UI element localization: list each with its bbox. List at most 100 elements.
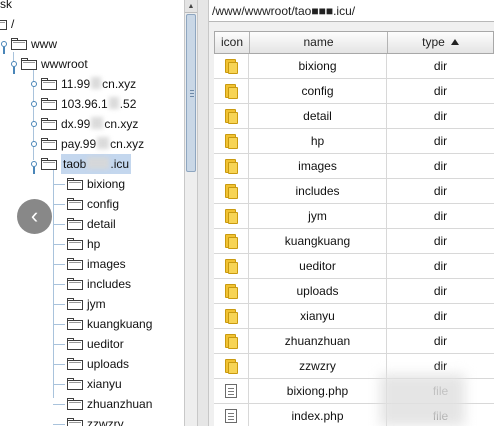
- cell-name: uploads: [249, 279, 387, 303]
- tree-item-root[interactable]: /: [0, 14, 14, 34]
- file-icon: [225, 409, 237, 423]
- back-arrow-icon[interactable]: ‹: [17, 199, 52, 234]
- cell-icon: [214, 154, 249, 178]
- tree-scrollbar[interactable]: ▲: [184, 0, 198, 426]
- tree-item-site-selected[interactable]: taob .icu: [30, 154, 132, 174]
- table-row[interactable]: uploads dir: [214, 279, 494, 304]
- folder-icon: [41, 138, 57, 150]
- table-row[interactable]: bixiong dir: [214, 54, 494, 79]
- column-header-name[interactable]: name: [250, 32, 388, 53]
- cell-name: index.php: [249, 404, 387, 426]
- tree-item-child[interactable]: xianyu: [50, 374, 122, 394]
- expanded-handle-icon[interactable]: [30, 160, 38, 174]
- table-row[interactable]: zzwzry dir: [214, 354, 494, 379]
- column-header-icon[interactable]: icon: [215, 32, 250, 53]
- column-header-type[interactable]: type: [388, 32, 493, 53]
- table-row[interactable]: config dir: [214, 79, 494, 104]
- folder-icon: [67, 198, 83, 210]
- tree-item-child[interactable]: zzwzry: [50, 414, 124, 426]
- cell-type: dir: [433, 309, 448, 323]
- table-row[interactable]: zhuanzhuan dir: [214, 329, 494, 354]
- tree-item-site[interactable]: dx.99 cn.xyz: [30, 114, 138, 134]
- file-table: icon name type bixiong dir config dir detail…: [214, 31, 494, 426]
- tree-item-child[interactable]: images: [50, 254, 126, 274]
- cell-type: dir: [433, 184, 448, 198]
- scroll-up-arrow-icon[interactable]: ▲: [185, 0, 197, 13]
- table-row[interactable]: images dir: [214, 154, 494, 179]
- tree-item-child[interactable]: hp: [50, 234, 100, 254]
- folder-icon: [21, 58, 37, 70]
- table-row[interactable]: jym dir: [214, 204, 494, 229]
- scrollbar-thumb[interactable]: [186, 14, 196, 172]
- folder-icon: [225, 109, 238, 124]
- table-row[interactable]: index.php file: [214, 404, 494, 426]
- cell-icon: [214, 354, 249, 378]
- cell-icon: [214, 379, 249, 403]
- cell-icon: [214, 229, 249, 253]
- table-row[interactable]: includes dir: [214, 179, 494, 204]
- collapsed-handle-icon[interactable]: [30, 100, 38, 108]
- cell-name: detail: [249, 104, 387, 128]
- folder-icon: [41, 78, 57, 90]
- table-row[interactable]: kuangkuang dir: [214, 229, 494, 254]
- folder-icon: [41, 158, 57, 170]
- sort-ascending-icon: [450, 39, 459, 45]
- cell-icon: [214, 179, 249, 203]
- cell-icon: [214, 254, 249, 278]
- tree-item-site[interactable]: pay.99 cn.xyz: [30, 134, 144, 154]
- tree-item-site[interactable]: 103.96.1.52: [30, 94, 136, 114]
- collapsed-handle-icon[interactable]: [30, 140, 38, 148]
- tree-item-wwwroot[interactable]: wwwroot: [10, 54, 88, 74]
- table-header: icon name type: [214, 31, 494, 54]
- cell-name: ueditor: [249, 254, 387, 278]
- folder-icon: [225, 359, 238, 374]
- tree-item-child[interactable]: includes: [50, 274, 131, 294]
- folder-icon: [225, 309, 238, 324]
- cell-type: dir: [433, 159, 448, 173]
- folder-icon: [67, 418, 83, 426]
- pane-splitter[interactable]: [198, 0, 209, 426]
- folder-icon: [67, 378, 83, 390]
- cell-type: dir: [433, 234, 448, 248]
- folder-icon: [67, 318, 83, 330]
- cell-icon: [214, 329, 249, 353]
- table-row[interactable]: ueditor dir: [214, 254, 494, 279]
- collapsed-handle-icon[interactable]: [30, 80, 38, 88]
- collapsed-handle-icon[interactable]: [30, 120, 38, 128]
- table-row[interactable]: detail dir: [214, 104, 494, 129]
- tree-item-www[interactable]: www: [0, 34, 57, 54]
- cell-type: file: [432, 384, 449, 398]
- expanded-handle-icon[interactable]: [0, 40, 8, 54]
- tree-item-child[interactable]: config: [50, 194, 119, 214]
- tree-item-cut[interactable]: sk: [0, 0, 12, 14]
- cell-type: dir: [433, 59, 448, 73]
- folder-icon: [225, 184, 238, 199]
- cell-name: images: [249, 154, 387, 178]
- tree-item-site[interactable]: 11.99 cn.xyz: [30, 74, 136, 94]
- cell-icon: [214, 279, 249, 303]
- expanded-handle-icon[interactable]: [10, 60, 18, 74]
- folder-icon: [67, 358, 83, 370]
- tree-item-child[interactable]: jym: [50, 294, 106, 314]
- tree-item-child[interactable]: bixiong: [50, 174, 125, 194]
- folder-icon: [67, 278, 83, 290]
- cell-name: includes: [249, 179, 387, 203]
- tree-item-child[interactable]: detail: [50, 214, 116, 234]
- tree-item-child[interactable]: kuangkuang: [50, 314, 152, 334]
- table-row[interactable]: hp dir: [214, 129, 494, 154]
- folder-icon: [0, 18, 7, 30]
- table-row[interactable]: xianyu dir: [214, 304, 494, 329]
- tree-item-child[interactable]: uploads: [50, 354, 129, 374]
- directory-tree[interactable]: sk / www wwwroot 11.99 cn.xyz 103.96.1.52…: [0, 0, 184, 426]
- cell-name: zzwzry: [249, 354, 387, 378]
- table-row[interactable]: bixiong.php file: [214, 379, 494, 404]
- path-input[interactable]: [212, 1, 491, 20]
- cell-icon: [214, 79, 249, 103]
- folder-icon: [225, 59, 238, 74]
- cell-name: config: [249, 79, 387, 103]
- tree-item-child[interactable]: zhuanzhuan: [50, 394, 152, 414]
- folder-icon: [11, 38, 27, 50]
- tree-item-child[interactable]: ueditor: [50, 334, 124, 354]
- cell-icon: [214, 404, 249, 426]
- cell-icon: [214, 204, 249, 228]
